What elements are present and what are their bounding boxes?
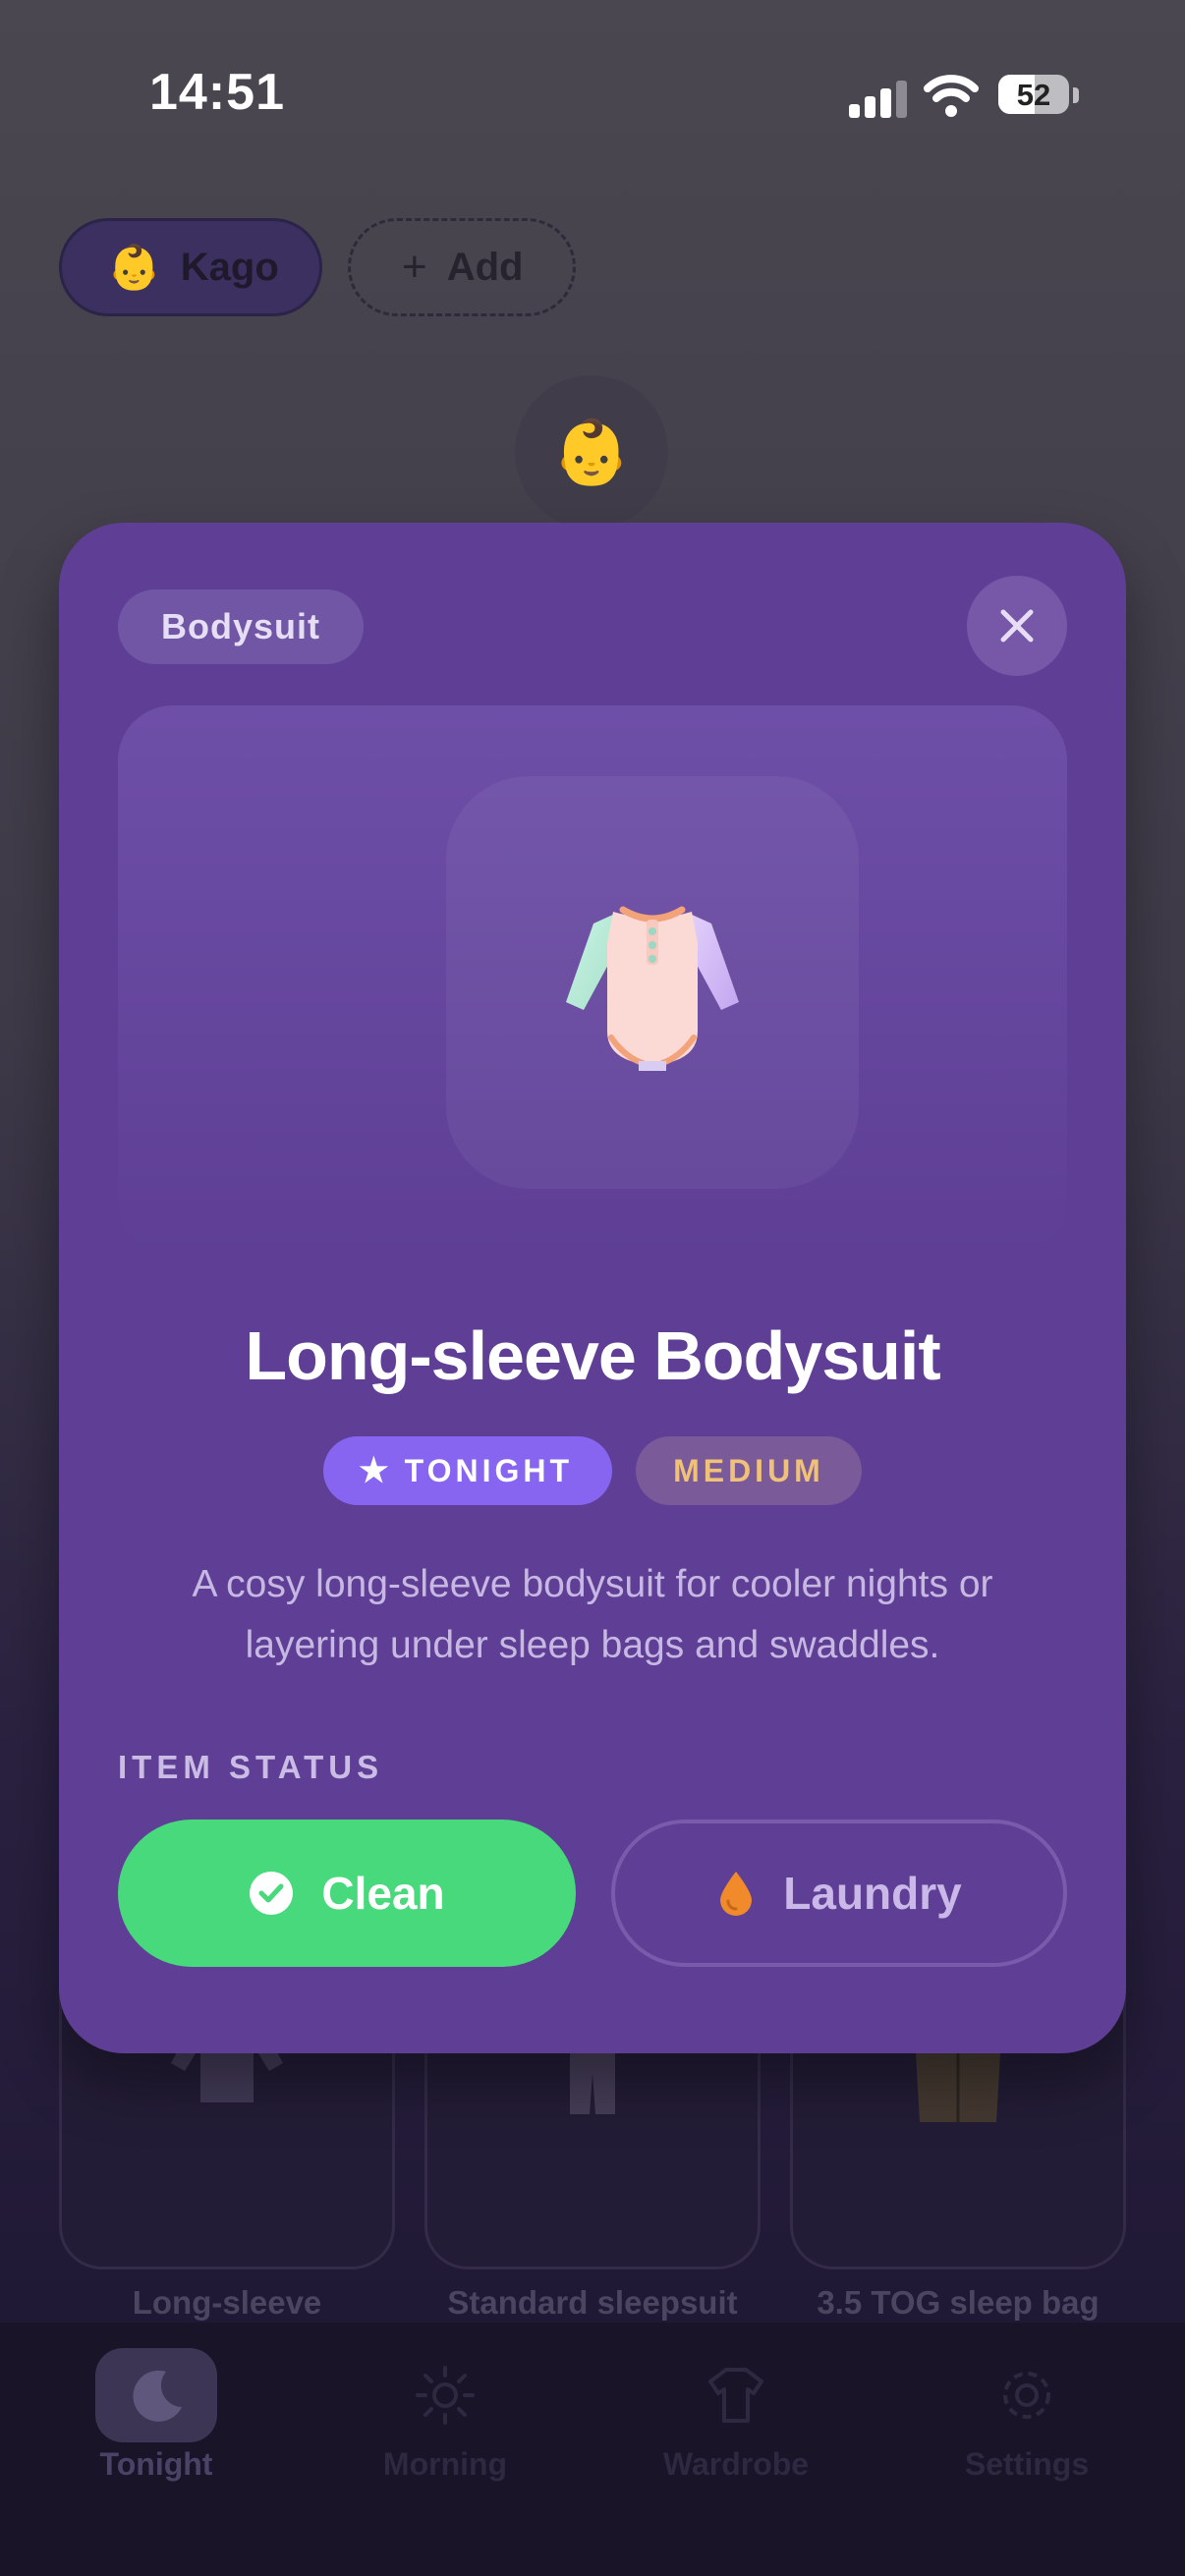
laundry-button[interactable]: Laundry xyxy=(611,1820,1067,1967)
outfit-card-label: Standard sleepsuit xyxy=(447,2284,738,2321)
tab-wardrobe[interactable]: Wardrobe xyxy=(633,2348,839,2483)
item-description: A cosy long-sleeve bodysuit for cooler n… xyxy=(192,1563,993,1666)
category-tag: Bodysuit xyxy=(118,589,365,664)
laundry-button-label: Laundry xyxy=(783,1868,962,1919)
moon-icon xyxy=(133,2370,182,2422)
tab-label: Tonight xyxy=(99,2446,213,2482)
baby-emoji-icon: 👶 xyxy=(552,416,631,487)
outfit-card-label: Long-sleeve xyxy=(132,2284,322,2321)
tab-morning[interactable]: Morning xyxy=(342,2348,548,2483)
baby-emoji-icon: 👶 xyxy=(107,244,161,292)
battery-icon: 52 xyxy=(998,75,1069,114)
check-circle-icon xyxy=(250,1872,294,1915)
add-profile-label: Add xyxy=(446,245,524,289)
wifi-icon xyxy=(924,75,979,117)
tab-label: Settings xyxy=(964,2446,1090,2482)
avatar: 👶 xyxy=(515,375,668,529)
close-button[interactable] xyxy=(967,576,1067,676)
add-profile-button[interactable]: + Add xyxy=(348,218,576,316)
cellular-signal-icon xyxy=(849,79,908,118)
clean-button-label: Clean xyxy=(321,1868,445,1919)
gear-icon xyxy=(1003,2372,1050,2419)
battery-level: 52 xyxy=(1016,78,1051,112)
outfit-card-label: 3.5 TOG sleep bag xyxy=(817,2284,1100,2321)
warmth-badge: MEDIUM xyxy=(636,1436,862,1505)
clean-button[interactable]: Clean xyxy=(118,1820,576,1967)
item-image-panel xyxy=(118,705,1067,1256)
status-bar: 14:51 52 xyxy=(0,0,1185,196)
shirt-icon xyxy=(708,2368,763,2423)
plus-icon: + xyxy=(402,243,427,291)
sun-icon xyxy=(416,2366,475,2425)
tab-label: Morning xyxy=(382,2446,508,2482)
tab-label: Wardrobe xyxy=(662,2446,810,2482)
battery-tip xyxy=(1073,87,1079,103)
star-icon: ★ xyxy=(359,1452,393,1489)
tonight-badge: ★ TONIGHT xyxy=(323,1436,613,1505)
item-title: Long-sleeve Bodysuit xyxy=(245,1317,940,1394)
item-image-frame xyxy=(446,776,859,1189)
bodysuit-icon xyxy=(566,906,739,1071)
profile-name: Kago xyxy=(180,245,279,289)
water-drop-icon xyxy=(720,1872,753,1916)
tab-settings[interactable]: Settings xyxy=(924,2348,1130,2483)
tab-tonight[interactable]: Tonight xyxy=(53,2348,259,2483)
item-detail-modal: Bodysuit Long-sleeve Bodysuit ★ TONIGHT … xyxy=(59,523,1126,2053)
tonight-badge-label: TONIGHT xyxy=(404,1452,574,1488)
close-icon xyxy=(1000,609,1034,643)
item-badges: ★ TONIGHT MEDIUM xyxy=(59,1436,1126,1505)
profile-chip-kago[interactable]: 👶 Kago xyxy=(59,218,322,316)
status-time: 14:51 xyxy=(149,64,285,121)
item-status-heading: ITEM STATUS xyxy=(118,1749,384,1785)
